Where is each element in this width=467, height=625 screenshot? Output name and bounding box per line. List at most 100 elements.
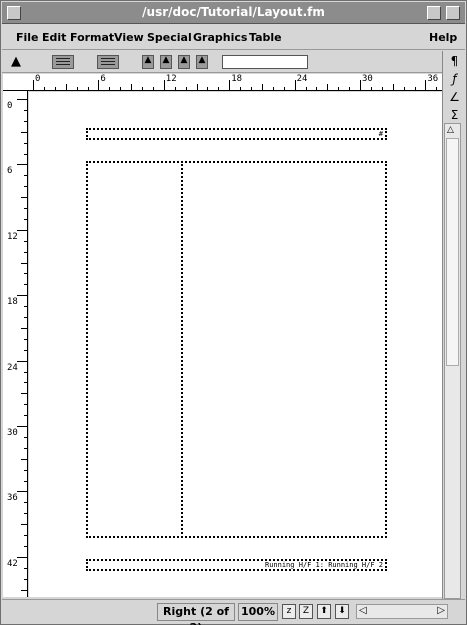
- sigma-icon[interactable]: Σ: [446, 107, 463, 124]
- ruler-tick: [261, 84, 263, 90]
- ruler-tick: [17, 295, 27, 297]
- ruler-tick: [316, 87, 318, 90]
- ruler-tick: [240, 87, 242, 90]
- toolbar: ▲ ▲ ▲ ▲ ▲: [2, 51, 465, 73]
- header-marker: #: [378, 130, 383, 138]
- ruler-tick: [24, 306, 27, 308]
- page-canvas[interactable]: # Running H/F 1: Running H/F 2: [29, 92, 442, 597]
- function-icon[interactable]: ƒ: [446, 71, 463, 88]
- ruler-tick: [17, 99, 27, 100]
- ruler-tick: [17, 360, 27, 362]
- ruler-tick: [54, 87, 56, 90]
- ruler-label: 36: [427, 74, 439, 84]
- document-window: /usr/doc/Tutorial/Layout.fm File Edit Fo…: [0, 0, 467, 625]
- menu-format[interactable]: Format: [70, 31, 114, 44]
- paragraph-format-button[interactable]: [52, 55, 74, 69]
- menu-help[interactable]: Help: [429, 31, 457, 44]
- zoom-level[interactable]: 100%: [238, 603, 278, 621]
- scroll-left-icon[interactable]: ◁: [359, 605, 367, 616]
- ruler-tick: [305, 87, 307, 90]
- menu-bar: File Edit Format View Special Graphics T…: [2, 25, 465, 50]
- tag-field[interactable]: [222, 55, 308, 69]
- ruler-label: 30: [362, 74, 373, 84]
- ruler-tick: [24, 338, 27, 340]
- menu-special[interactable]: Special: [147, 31, 192, 44]
- ruler-tick: [142, 87, 143, 90]
- align-center-button[interactable]: ▲: [160, 55, 172, 69]
- ruler-tick: [24, 349, 27, 351]
- window-menu-button[interactable]: [7, 6, 21, 20]
- align-right-button[interactable]: ▲: [178, 55, 190, 69]
- up-arrow-icon[interactable]: ▲: [11, 54, 21, 69]
- ruler-tick: [24, 545, 27, 547]
- scroll-up-icon[interactable]: △: [447, 125, 454, 135]
- title-bar[interactable]: /usr/doc/Tutorial/Layout.fm: [2, 2, 465, 24]
- ruler-tick: [17, 229, 27, 231]
- next-page-icon[interactable]: ⬇: [335, 604, 349, 619]
- ruler-label: 24: [296, 74, 308, 84]
- ruler-tick: [283, 87, 285, 90]
- ruler-tick: [381, 87, 383, 90]
- ruler-tick: [327, 84, 329, 90]
- ruler-tick: [185, 87, 187, 90]
- ruler-label: 12: [165, 74, 177, 84]
- ruler-tick: [272, 87, 274, 90]
- ruler-tick: [120, 87, 122, 90]
- ruler-tick: [21, 524, 27, 526]
- ruler-tick: [24, 218, 27, 220]
- ruler-tick: [87, 87, 89, 90]
- menu-file[interactable]: File: [16, 31, 39, 44]
- footer-text: Running H/F 1: Running H/F 2: [264, 561, 383, 569]
- ruler-tick: [24, 175, 27, 177]
- align-left-button[interactable]: ▲: [142, 55, 154, 69]
- ruler-tick: [24, 502, 27, 504]
- justify-button[interactable]: ▲: [196, 55, 208, 69]
- ruler-tick: [24, 578, 27, 580]
- vertical-ruler[interactable]: 0 6 12 18 24 30 36 42: [3, 91, 28, 597]
- body-text-frame[interactable]: [86, 161, 387, 538]
- ruler-tick: [65, 84, 67, 90]
- character-format-button[interactable]: [97, 55, 119, 69]
- ruler-tick: [24, 153, 27, 155]
- ruler-tick: [76, 87, 78, 90]
- zoom-in-button[interactable]: Z: [299, 604, 313, 619]
- ruler-tick: [24, 109, 27, 111]
- ruler-tick: [109, 87, 111, 90]
- page-status[interactable]: Right (2 of 2): [157, 603, 235, 625]
- ruler-tick: [24, 404, 27, 406]
- angle-icon[interactable]: ∠: [446, 89, 463, 106]
- ruler-tick: [294, 80, 296, 90]
- ruler-tick: [21, 458, 27, 460]
- ruler-label: 6: [100, 74, 106, 84]
- header-frame[interactable]: #: [86, 128, 387, 140]
- ruler-label: 24: [7, 362, 18, 373]
- horizontal-scrollbar[interactable]: ◁ ▷: [356, 604, 448, 619]
- menu-graphics[interactable]: Graphics: [193, 31, 247, 44]
- menu-edit[interactable]: Edit: [42, 31, 66, 44]
- menu-view[interactable]: View: [114, 31, 144, 44]
- vertical-scrollbar[interactable]: △: [444, 123, 461, 599]
- scroll-right-icon[interactable]: ▷: [437, 605, 445, 616]
- ruler-corner: [3, 74, 31, 91]
- window-title: /usr/doc/Tutorial/Layout.fm: [142, 5, 325, 19]
- ruler-tick: [24, 317, 27, 318]
- menu-table[interactable]: Table: [249, 31, 282, 44]
- vertical-scroll-thumb[interactable]: [446, 138, 459, 366]
- column-divider: [181, 161, 183, 538]
- ruler-tick: [338, 87, 340, 90]
- previous-page-icon[interactable]: ⬆: [317, 604, 331, 619]
- ruler-label: 18: [7, 297, 18, 308]
- ruler-label: 12: [7, 231, 18, 242]
- ruler-tick: [24, 186, 27, 188]
- minimize-button[interactable]: [427, 6, 441, 20]
- ruler-tick: [24, 535, 27, 536]
- zoom-out-button[interactable]: z: [282, 604, 296, 619]
- horizontal-ruler[interactable]: 0 6 12 18 24 30 36: [31, 74, 442, 91]
- pilcrow-icon[interactable]: ¶: [446, 53, 463, 70]
- ruler-tick: [21, 327, 27, 329]
- footer-frame[interactable]: Running H/F 1: Running H/F 2: [86, 559, 387, 571]
- ruler-tick: [17, 164, 27, 166]
- ruler-tick: [218, 87, 220, 90]
- maximize-button[interactable]: [446, 6, 460, 20]
- ruler-tick: [207, 87, 209, 90]
